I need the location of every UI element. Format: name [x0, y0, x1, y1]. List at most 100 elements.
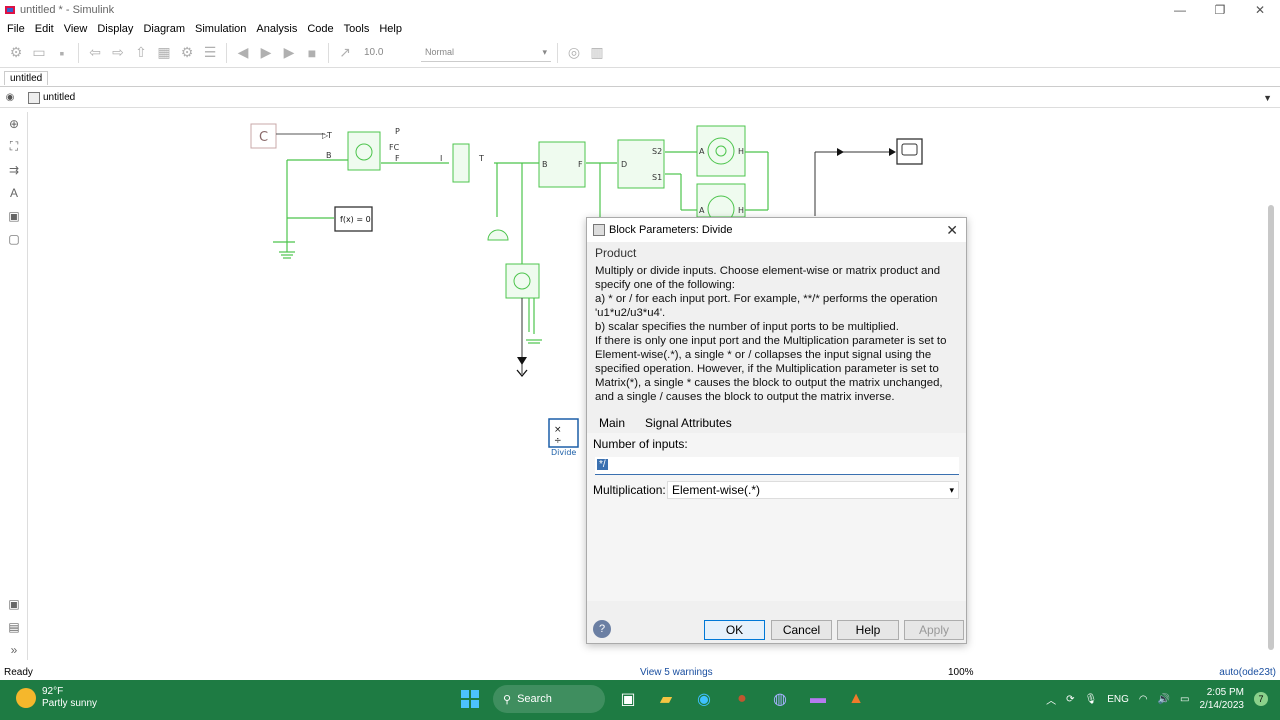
- menu-view[interactable]: View: [59, 23, 93, 35]
- svg-text:×: ×: [554, 425, 562, 435]
- svg-text:D: D: [621, 160, 627, 169]
- number-of-inputs-value: */: [597, 459, 608, 470]
- edge-icon[interactable]: ◉: [689, 684, 719, 714]
- menu-file[interactable]: File: [2, 23, 30, 35]
- stop-time-field[interactable]: 10.0: [364, 47, 404, 58]
- help-button[interactable]: Help: [837, 620, 899, 640]
- hide-browser-icon[interactable]: ◉: [0, 92, 20, 103]
- taskbar-search[interactable]: ⚲ Search: [493, 685, 605, 713]
- simulink-app-icon: [4, 4, 16, 16]
- chevron-down-icon: ▾: [949, 484, 954, 495]
- chevron-down-icon[interactable]: ▼: [1263, 93, 1272, 103]
- microphone-icon[interactable]: 🎙: [1084, 694, 1097, 705]
- area-icon[interactable]: ▢: [0, 227, 28, 250]
- dialog-icon: [593, 224, 605, 236]
- language-indicator[interactable]: ENG: [1107, 694, 1129, 705]
- dialog-button-row: ? OK Cancel Help Apply: [587, 618, 966, 642]
- save-icon[interactable]: ▪: [52, 43, 72, 63]
- task-view-icon[interactable]: ▣: [613, 684, 643, 714]
- breadcrumb-label: untitled: [43, 92, 76, 103]
- forward-icon[interactable]: ⇨: [108, 43, 128, 63]
- matlab-icon[interactable]: ▲: [841, 684, 871, 714]
- battery-icon[interactable]: ▭: [1180, 694, 1189, 705]
- menu-simulation[interactable]: Simulation: [190, 23, 251, 35]
- svg-text:H: H: [738, 206, 744, 215]
- run-icon[interactable]: ▶: [256, 43, 276, 63]
- tab-untitled[interactable]: untitled: [4, 71, 49, 85]
- expand-icon[interactable]: »: [0, 638, 28, 661]
- menu-help[interactable]: Help: [374, 23, 407, 35]
- model-config-icon[interactable]: ⚙: [177, 43, 197, 63]
- video-app-icon[interactable]: ▬: [803, 684, 833, 714]
- minimize-icon[interactable]: —: [1160, 0, 1200, 20]
- cancel-button[interactable]: Cancel: [771, 620, 832, 640]
- new-model-icon[interactable]: ⚙: [6, 43, 26, 63]
- fit-view-icon[interactable]: ⛶: [0, 135, 28, 158]
- menu-tools[interactable]: Tools: [339, 23, 375, 35]
- menu-display[interactable]: Display: [92, 23, 138, 35]
- notification-badge[interactable]: 7: [1254, 692, 1268, 706]
- open-icon[interactable]: ▭: [29, 43, 49, 63]
- multiplication-select[interactable]: Element-wise(.*) ▾: [667, 481, 959, 499]
- zoom-icon[interactable]: ⊕: [0, 112, 28, 135]
- sync-icon[interactable]: ⟳: [1066, 694, 1074, 705]
- windows-start-icon[interactable]: [455, 684, 485, 714]
- model-explorer-icon[interactable]: ☰: [200, 43, 220, 63]
- title-bar: untitled * - Simulink — ❐ ✕: [0, 0, 1280, 20]
- apply-button[interactable]: Apply: [904, 620, 964, 640]
- simulation-mode-select[interactable]: Normal ▾: [421, 44, 551, 62]
- build-icon[interactable]: ▥: [587, 43, 607, 63]
- record-icon[interactable]: ↗: [335, 43, 355, 63]
- block-description: Multiply or divide inputs. Choose elemen…: [595, 265, 947, 403]
- file-explorer-icon[interactable]: ▰: [651, 684, 681, 714]
- tab-signal-attributes[interactable]: Signal Attributes: [641, 413, 736, 433]
- tab-main[interactable]: Main: [595, 413, 629, 433]
- menu-code[interactable]: Code: [302, 23, 338, 35]
- number-of-inputs-label: Number of inputs:: [593, 437, 688, 451]
- number-of-inputs-input[interactable]: */: [595, 457, 959, 475]
- status-ready: Ready: [4, 666, 33, 678]
- svg-text:B: B: [542, 160, 548, 169]
- svg-text:F: F: [578, 160, 583, 169]
- arrow-icon[interactable]: ⇉: [0, 158, 28, 181]
- menu-diagram[interactable]: Diagram: [138, 23, 190, 35]
- help-icon[interactable]: ?: [593, 620, 611, 638]
- screenshot-icon[interactable]: ▣: [0, 592, 28, 615]
- vertical-scrollbar[interactable]: [1268, 205, 1274, 650]
- close-icon[interactable]: ✕: [946, 222, 958, 239]
- app-icon[interactable]: ●: [727, 684, 757, 714]
- notes-icon[interactable]: ▤: [0, 615, 28, 638]
- stop-icon[interactable]: ■: [302, 43, 322, 63]
- volume-icon[interactable]: 🔊: [1158, 694, 1170, 705]
- weather-widget[interactable]: 92°F Partly sunny: [16, 686, 97, 710]
- clock[interactable]: 2:05 PM 2/14/2023: [1200, 686, 1245, 712]
- svg-text:I: I: [440, 154, 442, 163]
- ok-button[interactable]: OK: [704, 620, 765, 640]
- step-back-icon[interactable]: ◀: [233, 43, 253, 63]
- wifi-icon[interactable]: ◠: [1139, 694, 1148, 705]
- menu-edit[interactable]: Edit: [30, 23, 59, 35]
- svg-text:A: A: [699, 206, 705, 215]
- address-bar: ◉ untitled ▼: [0, 88, 1280, 108]
- maximize-icon[interactable]: ❐: [1200, 0, 1240, 20]
- up-icon[interactable]: ⇧: [131, 43, 151, 63]
- back-icon[interactable]: ⇦: [85, 43, 105, 63]
- image-icon[interactable]: ▣: [0, 204, 28, 227]
- dialog-title-bar: Block Parameters: Divide ✕: [587, 218, 966, 242]
- dialog-tabs: Main Signal Attributes: [595, 413, 736, 433]
- solver-link[interactable]: auto(ode23t): [1219, 667, 1276, 678]
- divide-block-label: Divide: [551, 448, 576, 457]
- step-forward-icon[interactable]: ▶: [279, 43, 299, 63]
- multiplication-value: Element-wise(.*): [672, 483, 761, 497]
- menu-analysis[interactable]: Analysis: [251, 23, 302, 35]
- svg-text:÷: ÷: [554, 436, 562, 446]
- annotation-icon[interactable]: A: [0, 181, 28, 204]
- library-browser-icon[interactable]: ▦: [154, 43, 174, 63]
- breadcrumb[interactable]: untitled: [28, 91, 76, 104]
- warnings-link[interactable]: View 5 warnings: [640, 667, 713, 678]
- toolbar-separator: [226, 42, 227, 63]
- model-advisor-icon[interactable]: ◎: [564, 43, 584, 63]
- close-icon[interactable]: ✕: [1240, 0, 1280, 20]
- chevron-up-icon[interactable]: ︿: [1046, 692, 1056, 707]
- discord-icon[interactable]: ◍: [765, 684, 795, 714]
